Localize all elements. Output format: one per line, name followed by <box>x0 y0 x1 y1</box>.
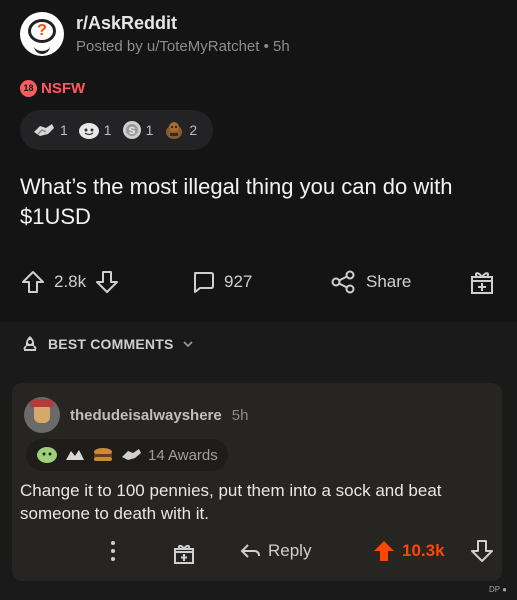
comment-awards[interactable]: 14 Awards <box>26 439 228 471</box>
emoji-award-icon <box>36 446 58 464</box>
comment-card: thedudeisalwayshere 5h 14 Awards Change … <box>12 383 502 581</box>
post-card: ? r/AskReddit Posted by u/ToteMyRatchet … <box>0 0 517 322</box>
downvote-icon[interactable] <box>470 539 494 563</box>
reply-label: Reply <box>268 541 312 560</box>
gift-icon <box>468 268 496 296</box>
wholesome-icon <box>78 120 100 140</box>
post-title[interactable]: What’s the most illegal thing you can do… <box>20 172 490 232</box>
upvote-icon[interactable] <box>20 269 46 295</box>
award-wholesome: 1 <box>78 120 112 140</box>
share-button[interactable]: Share <box>330 269 411 295</box>
nsfw-18-icon: 18 <box>20 80 37 97</box>
comment-username[interactable]: thedudeisalwayshere <box>70 407 222 424</box>
comment-body: Change it to 100 pennies, put them into … <box>20 481 442 523</box>
post-vote: 2.8k <box>20 269 120 295</box>
share-icon <box>330 269 356 295</box>
share-label: Share <box>366 272 412 291</box>
rocket-icon <box>20 334 40 354</box>
more-options-icon[interactable] <box>110 539 116 563</box>
comment-upvote[interactable]: 10.3k <box>372 539 445 563</box>
post-header: ? r/AskReddit Posted by u/ToteMyRatchet … <box>20 12 290 56</box>
post-actions: 2.8k 927 Share <box>20 262 500 302</box>
comments-button[interactable]: 927 <box>190 269 252 295</box>
post-awards[interactable]: 1 1 S 1 2 <box>20 110 214 150</box>
avatar[interactable] <box>24 397 60 433</box>
nsfw-tag: 18 NSFW <box>20 80 85 97</box>
post-meta: Posted by u/ToteMyRatchet • 5h <box>76 38 290 55</box>
comment-actions: Reply 10.3k <box>12 533 502 573</box>
reply-icon <box>238 539 262 563</box>
sort-comments-dropdown[interactable]: BEST COMMENTS <box>20 334 194 354</box>
silver-coin-icon: S <box>122 120 142 140</box>
question-mark-icon: ? <box>28 19 56 43</box>
subreddit-avatar[interactable]: ? <box>20 12 64 56</box>
comment-icon <box>190 269 216 295</box>
chevron-down-icon <box>182 338 194 350</box>
sort-label: BEST COMMENTS <box>48 336 174 352</box>
upvote-icon <box>372 539 396 563</box>
award-button[interactable] <box>468 268 496 296</box>
svg-text:S: S <box>128 126 135 137</box>
helping-hand-icon <box>120 446 142 464</box>
comment-count: 927 <box>224 272 253 291</box>
post-score: 2.8k <box>54 272 87 291</box>
dog-award-icon <box>163 119 185 141</box>
gift-icon[interactable] <box>172 541 196 565</box>
nsfw-label: NSFW <box>41 80 86 97</box>
reply-button[interactable]: Reply <box>238 539 311 563</box>
awards-count: 14 Awards <box>148 446 218 464</box>
hands-award-icon <box>64 446 86 464</box>
award-silver: S 1 <box>122 120 153 140</box>
subreddit-name[interactable]: r/AskReddit <box>76 13 290 34</box>
watermark: DP ● <box>488 585 507 594</box>
helping-hand-icon <box>32 120 56 140</box>
award-helping-hand: 1 <box>32 120 68 140</box>
award-dog: 2 <box>163 119 197 141</box>
downvote-icon[interactable] <box>94 269 120 295</box>
comment-time: 5h <box>231 406 249 424</box>
burger-award-icon <box>92 446 114 464</box>
comment-header: thedudeisalwayshere 5h <box>24 397 248 433</box>
comment-score: 10.3k <box>402 541 445 560</box>
